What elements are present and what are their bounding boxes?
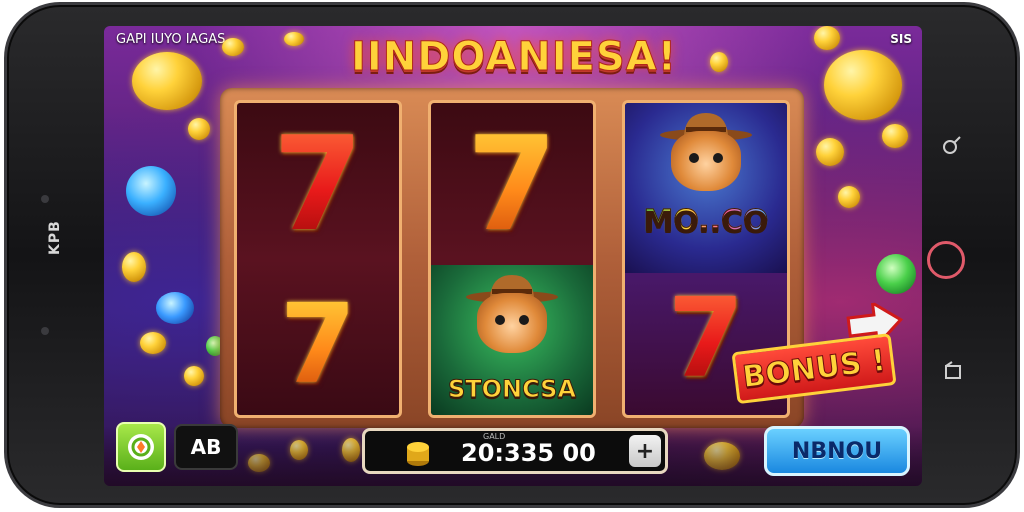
seven-symbol: 7 [243,289,393,399]
menu-button[interactable] [116,422,166,472]
shield-icon [128,434,154,460]
cat-symbol-label: MO..CO [643,204,769,240]
phone-brand-text: KPB [47,220,63,255]
cat-symbol-label: STONCSA [447,375,577,404]
spin-button[interactable]: NBNOU [764,426,910,476]
game-title: IINDOANIESA! [350,34,678,81]
coin-decoration [838,186,860,208]
reel-1: 7 7 [234,100,402,418]
add-balance-button[interactable]: + [629,435,661,467]
seven-symbol: 7 [437,119,587,249]
header-right-text: SIS [890,32,912,46]
search-icon[interactable] [939,133,965,159]
coin-decoration [222,38,244,56]
coin-decoration [140,332,166,354]
balance-display: GALD 20:335 00 + [362,428,668,474]
coin-decoration [824,50,902,120]
coin-decoration [814,26,840,50]
sensor-dot [41,327,49,335]
coin-decoration [284,32,304,46]
cat-face-icon [671,131,741,191]
cat-symbol-tile: STONCSA [431,265,593,415]
home-button-icon[interactable] [927,241,965,279]
coin-decoration [710,52,728,72]
balance-value: 20:335 00 [461,439,596,467]
reel-2: 7 STONCSA [428,100,596,418]
coin-decoration [882,124,908,148]
green-gem-decoration [876,254,916,294]
coin-decoration [816,138,844,166]
coin-decoration [132,52,202,110]
bonus-label: BONUS ! [731,333,897,405]
cat-symbol-tile: MO..CO [625,103,787,273]
coin-decoration [122,252,146,282]
camera-dot [41,195,49,203]
coin-icon [407,442,429,466]
header-left-text: GAPI IUYO IAGAS [116,32,226,47]
game-screen: GAPI IUYO IAGAS SIS IINDOANIESA! 7 7 7 S… [104,26,922,486]
blue-gem-decoration [156,292,194,324]
seven-symbol: 7 [243,119,393,249]
blue-gem-decoration [126,166,176,216]
coin-decoration [188,118,210,140]
ab-button[interactable]: AB [174,424,238,470]
cat-face-icon [477,293,547,353]
coin-decoration [184,366,204,386]
back-icon[interactable] [941,359,965,383]
